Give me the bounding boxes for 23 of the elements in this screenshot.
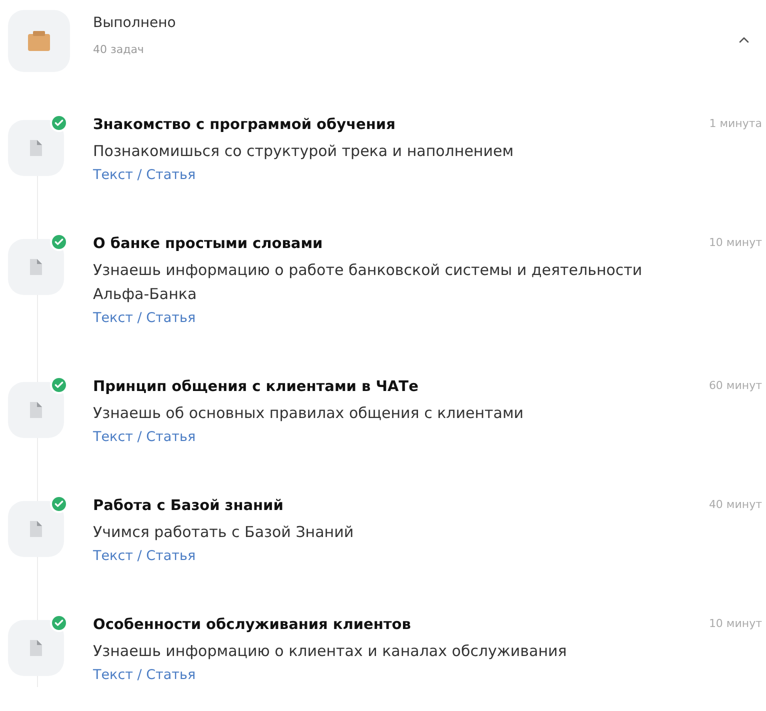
task-description: Познакомишься со структурой трека и наполнением bbox=[93, 141, 515, 162]
folder-icon bbox=[8, 10, 70, 72]
task-title[interactable]: Особенности обслуживания клиентов bbox=[93, 614, 411, 637]
task-description: Узнаешь информацию о работе банковской системы и деятельности Альфа-Банка bbox=[93, 260, 644, 305]
task-title[interactable]: Принцип общения с клиентами в ЧАТе bbox=[93, 376, 418, 399]
task-title[interactable]: Работа с Базой знаний bbox=[93, 495, 284, 518]
task-count: 40 задач bbox=[93, 42, 145, 58]
task-type-link[interactable]: Текст / Статья bbox=[93, 544, 196, 568]
task-description: Учимся работать с Базой Знаний bbox=[93, 522, 355, 543]
task-duration: 40 минут bbox=[708, 497, 762, 513]
task-duration: 60 минут bbox=[708, 378, 762, 394]
task-type-link[interactable]: Текст / Статья bbox=[93, 306, 196, 330]
task-description: Узнаешь информацию о клиентах и каналах обслуживания bbox=[93, 641, 568, 662]
task-description: Узнаешь об основных правилах общения с клиентами bbox=[93, 403, 525, 424]
task-duration: 10 минут bbox=[708, 235, 762, 251]
task-duration: 1 минута bbox=[709, 116, 762, 132]
task-duration: 10 минут bbox=[708, 616, 762, 632]
task-type-link[interactable]: Текст / Статья bbox=[93, 425, 196, 449]
task-type-link[interactable]: Текст / Статья bbox=[93, 163, 196, 187]
task-title[interactable]: О банке простыми словами bbox=[93, 233, 323, 256]
task-type-link[interactable]: Текст / Статья bbox=[93, 663, 196, 687]
section-title: Выполнено bbox=[93, 14, 176, 33]
task-title[interactable]: Знакомство с программой обучения bbox=[93, 114, 396, 137]
